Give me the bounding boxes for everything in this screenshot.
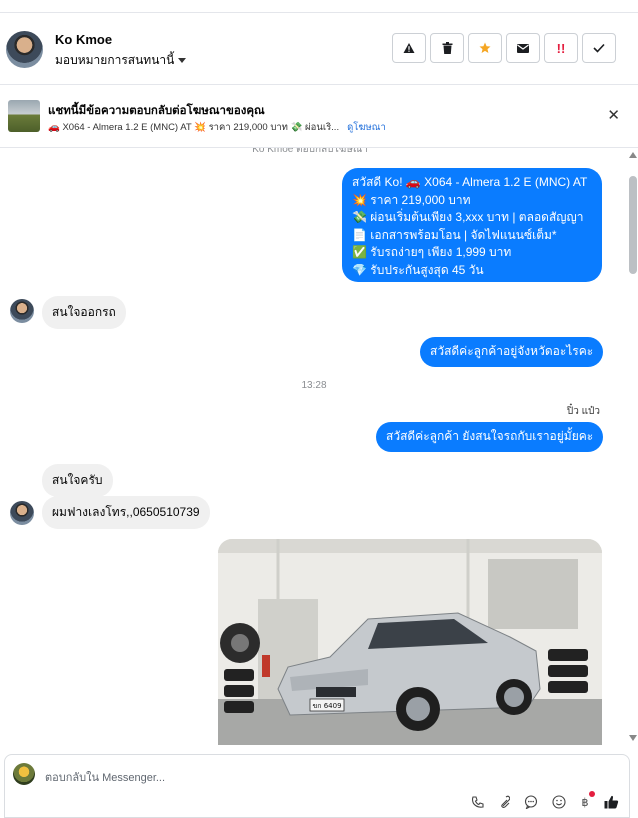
payment-icon[interactable]: ฿ bbox=[580, 791, 595, 812]
ad-banner-title: แชทนี้มีข้อความตอบกลับต่อโฆษณาของคุณ bbox=[48, 105, 265, 117]
timestamp-separator: 13:28 bbox=[301, 380, 327, 391]
ad-summary: 🚗 X064 - Almera 1.2 E (MNC) AT 💥 ราคา 21… bbox=[48, 122, 340, 133]
outgoing-ad-message[interactable]: สวัสดี Ko! 🚗 X064 - Almera 1.2 E (MNC) A… bbox=[342, 168, 602, 282]
warning-icon bbox=[403, 43, 415, 53]
contact-avatar-small[interactable] bbox=[10, 501, 34, 525]
assign-conversation-dropdown[interactable]: มอบหมายการสนทนานี้ bbox=[55, 51, 187, 70]
report-button[interactable] bbox=[392, 33, 426, 63]
spam-button[interactable]: !! bbox=[544, 33, 578, 63]
like-icon[interactable] bbox=[604, 795, 619, 812]
spam-icon: !! bbox=[556, 40, 566, 56]
mark-unread-button[interactable] bbox=[506, 33, 540, 63]
contact-name[interactable]: Ko Kmoe bbox=[55, 32, 112, 47]
car-photo-attachment[interactable]: ขก 6409 bbox=[218, 539, 602, 745]
ad-line: สวัสดี Ko! 🚗 X064 - Almera 1.2 E (MNC) A… bbox=[352, 175, 588, 189]
outgoing-message[interactable]: สวัสดีค่ะลูกค้า ยังสนใจรถกับเราอยู่มั้ยค… bbox=[376, 422, 604, 452]
saved-replies-icon[interactable] bbox=[524, 795, 538, 812]
delete-button[interactable] bbox=[430, 33, 464, 63]
header-actions: !! bbox=[392, 33, 616, 63]
assign-label: มอบหมายการสนทนานี้ bbox=[55, 53, 175, 67]
system-note: Ko Kmoe ตอบกลับโฆษณา bbox=[252, 148, 368, 155]
ad-line: 💸 ผ่อนเริ่มต้นเพียง 3,xxx บาท | ตลอดสัญญ… bbox=[352, 210, 584, 224]
ad-line: 💥 ราคา 219,000 บาท bbox=[352, 192, 471, 207]
check-icon bbox=[593, 43, 605, 53]
license-plate: ขก 6409 bbox=[312, 702, 341, 710]
ad-line: ✅ รับรถง่ายๆ เพียง 1,999 บาท bbox=[352, 245, 512, 259]
incoming-message[interactable]: สนใจครับ bbox=[42, 464, 113, 497]
contact-avatar[interactable] bbox=[6, 31, 43, 68]
trash-icon bbox=[442, 42, 452, 54]
sender-name: ปิ๋ว แป๋ว bbox=[566, 406, 600, 417]
phone-icon[interactable] bbox=[471, 795, 484, 812]
caret-down-icon bbox=[178, 58, 187, 64]
ad-reply-banner: แชทนี้มีข้อความตอบกลับต่อโฆษณาของคุณ 🚗 X… bbox=[0, 96, 638, 136]
conversation-header: Ko Kmoe มอบหมายการสนทนานี้ !! bbox=[0, 24, 638, 84]
mark-done-button[interactable] bbox=[582, 33, 616, 63]
view-ad-link[interactable]: ดูโฆษณา bbox=[347, 122, 386, 133]
notification-dot bbox=[589, 791, 595, 797]
ad-banner-subtitle: 🚗 X064 - Almera 1.2 E (MNC) AT 💥 ราคา 21… bbox=[48, 120, 386, 135]
emoji-icon[interactable] bbox=[552, 795, 566, 812]
thread-scrollbar[interactable] bbox=[628, 148, 638, 745]
car-photo: ขก 6409 bbox=[218, 539, 602, 745]
scrollbar-thumb[interactable] bbox=[629, 176, 637, 274]
ad-line: 📄 เอกสารพร้อมโอน | จัดไฟแนนซ์เต็ม* bbox=[352, 227, 557, 242]
mail-icon bbox=[517, 43, 529, 53]
ad-thumbnail[interactable] bbox=[8, 100, 40, 132]
svg-text:฿: ฿ bbox=[582, 796, 589, 809]
star-icon bbox=[479, 42, 491, 53]
attachment-icon[interactable] bbox=[498, 795, 511, 812]
message-thread[interactable]: Ko Kmoe ตอบกลับโฆษณา สวัสดี Ko! 🚗 X064 -… bbox=[0, 148, 628, 745]
scroll-up-icon[interactable] bbox=[629, 152, 637, 158]
composer-tools: ฿ bbox=[471, 791, 619, 812]
ad-line: 💎 รับประกันสูงสุด 45 วัน bbox=[352, 262, 484, 277]
outgoing-message[interactable]: สวัสดีค่ะลูกค้าอยู่จังหวัดอะไรคะ bbox=[420, 337, 604, 367]
scroll-down-icon[interactable] bbox=[629, 735, 637, 741]
top-divider bbox=[0, 12, 638, 13]
header-divider bbox=[0, 84, 638, 85]
incoming-message[interactable]: สนใจออกรถ bbox=[42, 296, 126, 329]
contact-avatar-small[interactable] bbox=[10, 299, 34, 323]
star-button[interactable] bbox=[468, 33, 502, 63]
close-icon[interactable]: ✕ bbox=[607, 106, 620, 124]
reply-composer[interactable]: ตอบกลับใน Messenger... ฿ bbox=[4, 754, 630, 818]
incoming-message[interactable]: ผมฟางเลงโทร,,0650510739 bbox=[42, 496, 210, 529]
page-avatar bbox=[13, 763, 35, 785]
reply-input[interactable]: ตอบกลับใน Messenger... bbox=[45, 768, 165, 786]
